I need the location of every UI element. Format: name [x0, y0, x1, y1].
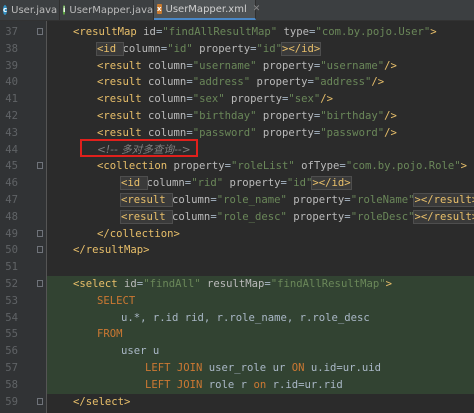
line-number: 38	[5, 42, 18, 55]
code-line[interactable]: 57 LEFT JOIN user_role ur ON u.id=ur.uid	[5, 360, 474, 377]
tab-usermapper-xml[interactable]: x UserMapper.xml ✕	[154, 0, 260, 20]
editor-tab-bar: c User.java i UserMapper.java x UserMapp…	[0, 0, 474, 21]
code-text: <result column="birthday" property="birt…	[97, 110, 397, 122]
code-line[interactable]: 58 LEFT JOIN role r on r.id=ur.rid	[5, 376, 474, 394]
code-line[interactable]: 42 <result column="birthday" property="bi…	[5, 108, 474, 125]
code-line[interactable]: 48 <result column="role_desc" property="r…	[5, 209, 474, 226]
line-number: 49	[5, 227, 18, 240]
code-line[interactable]: 54 u.*, r.id rid, r.role_name, r.role_des…	[5, 309, 474, 327]
code-text: user u	[121, 345, 160, 358]
fold-toggle-icon[interactable]	[37, 280, 43, 287]
tab-label: UserMapper.java	[69, 4, 154, 16]
fold-toggle-icon[interactable]	[37, 397, 43, 405]
code-text: <result column="username" property="user…	[97, 59, 397, 72]
line-number: 52	[5, 278, 18, 290]
line-number: 39	[5, 59, 18, 72]
line-number: 50	[5, 244, 18, 257]
tab-label: UserMapper.xml	[165, 3, 247, 15]
line-number: 51	[5, 261, 18, 274]
line-number: 59	[5, 395, 18, 408]
fold-toggle-icon[interactable]	[37, 162, 43, 170]
code-text: <result column="sex" property="sex"/>	[97, 93, 334, 106]
code-text: FROM	[97, 328, 123, 341]
code-text: SELECT	[97, 294, 136, 307]
code-text: <select id="findAll" resultMap="findAllR…	[73, 278, 392, 290]
tab-user-java[interactable]: c User.java	[0, 0, 60, 20]
line-number: 58	[5, 378, 18, 391]
code-line[interactable]: 37 <resultMap id="findAllResultMap" type=…	[5, 24, 474, 41]
tab-usermapper-java[interactable]: i UserMapper.java	[60, 0, 154, 20]
code-text: u.*, r.id rid, r.role_name, r.role_desc	[121, 311, 370, 324]
line-number: 37	[5, 26, 18, 38]
fold-toggle-icon[interactable]	[37, 246, 43, 254]
line-number: 56	[5, 345, 18, 358]
code-text: </resultMap>	[73, 244, 150, 257]
code-line[interactable]: 49 </collection>	[5, 226, 474, 243]
code-line[interactable]: 47 <result column="role_name" property="r…	[5, 192, 474, 209]
code-text: LEFT JOIN user_role ur ON u.id=ur.uid	[145, 362, 382, 374]
code-line[interactable]: 38 <id column="id" property="id"></id>	[5, 41, 474, 58]
code-text: </collection>	[97, 227, 180, 240]
line-number: 44	[5, 143, 18, 156]
code-line[interactable]: 45 <collection property="roleList" ofType…	[5, 158, 474, 175]
code-text: <result column="role_desc" property="rol…	[119, 209, 474, 226]
line-number: 42	[5, 110, 18, 122]
java-interface-icon: i	[63, 5, 66, 15]
code-text: <collection property="roleList" ofType="…	[97, 160, 468, 173]
code-text: </select>	[73, 395, 131, 408]
line-number: 54	[5, 311, 18, 324]
code-line[interactable]: 41 <result column="sex" property="sex"/>	[5, 91, 474, 108]
line-number: 47	[5, 194, 18, 206]
line-number: 57	[5, 362, 18, 374]
line-number: 48	[5, 210, 18, 223]
comment-highlight-box	[80, 139, 198, 157]
code-line[interactable]: 51	[5, 259, 474, 276]
code-text: <result column="address" property="addre…	[97, 76, 385, 89]
tab-label: User.java	[11, 4, 58, 16]
code-line[interactable]: 56 user u	[5, 343, 474, 360]
code-line[interactable]: 52 <select id="findAll" resultMap="findAl…	[5, 276, 474, 293]
fold-toggle-icon[interactable]	[37, 229, 43, 237]
line-number: 43	[5, 126, 18, 139]
code-text: <id column="rid" property="id"></id>	[120, 176, 352, 191]
java-class-icon: c	[3, 5, 8, 15]
line-number: 41	[5, 93, 18, 106]
line-number: 46	[5, 177, 18, 190]
code-text: <resultMap id="findAllResultMap" type="c…	[73, 26, 437, 38]
close-tab-icon[interactable]: ✕	[253, 4, 261, 14]
code-line[interactable]: 40 <result column="address" property="add…	[5, 74, 474, 91]
code-text: <result column="role_name" property="rol…	[119, 192, 474, 209]
code-line[interactable]: 50 </resultMap>	[5, 242, 474, 259]
code-editor[interactable]: 37 <resultMap id="findAllResultMap" type=…	[5, 21, 474, 413]
fold-toggle-icon[interactable]	[37, 28, 43, 35]
xml-file-icon: x	[157, 4, 162, 14]
line-number: 40	[5, 76, 18, 89]
code-line[interactable]: 39 <result column="username" property="us…	[5, 58, 474, 75]
line-number: 53	[5, 294, 18, 307]
line-number: 55	[5, 328, 18, 341]
code-line[interactable]: 53 SELECT	[5, 292, 474, 310]
code-text: <id column="id" property="id"></id>	[96, 41, 322, 56]
code-line[interactable]: 55 FROM	[5, 326, 474, 344]
line-number: 45	[5, 160, 18, 173]
code-line[interactable]: 59 </select>	[5, 394, 474, 411]
code-line[interactable]: 46 <id column="rid" property="id"></id>	[5, 175, 474, 192]
code-text: LEFT JOIN role r on r.id=ur.rid	[145, 378, 343, 391]
